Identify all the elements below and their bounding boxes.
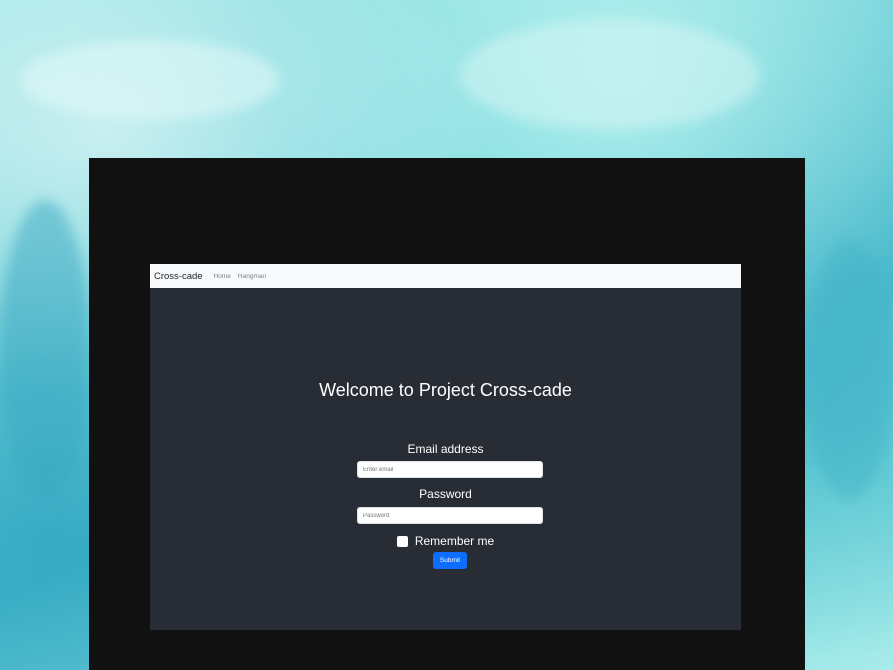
email-label: Email address xyxy=(407,442,484,456)
background-swirl xyxy=(20,40,280,120)
nav-link-home[interactable]: Home xyxy=(214,273,231,280)
email-input[interactable] xyxy=(357,461,543,478)
password-input[interactable] xyxy=(357,507,543,524)
remember-me-label: Remember me xyxy=(414,534,495,548)
navbar-brand[interactable]: Cross-cade xyxy=(154,271,203,282)
app-window: Cross-cade Home Hangman Welcome to Proje… xyxy=(150,264,741,630)
remember-me-checkbox[interactable] xyxy=(396,535,408,547)
background-swirl xyxy=(0,200,90,500)
background-swirl xyxy=(805,240,893,500)
nav-link-hangman[interactable]: Hangman xyxy=(238,273,266,280)
submit-button[interactable]: Submit xyxy=(433,552,467,569)
remember-me-row: Remember me xyxy=(150,534,741,548)
background-swirl xyxy=(460,20,760,130)
main-content: Welcome to Project Cross-cade Email addr… xyxy=(150,288,741,630)
navbar: Cross-cade Home Hangman xyxy=(150,264,741,288)
password-label: Password xyxy=(419,487,472,501)
page-title: Welcome to Project Cross-cade xyxy=(319,380,572,400)
screen-frame: Cross-cade Home Hangman Welcome to Proje… xyxy=(89,158,805,670)
